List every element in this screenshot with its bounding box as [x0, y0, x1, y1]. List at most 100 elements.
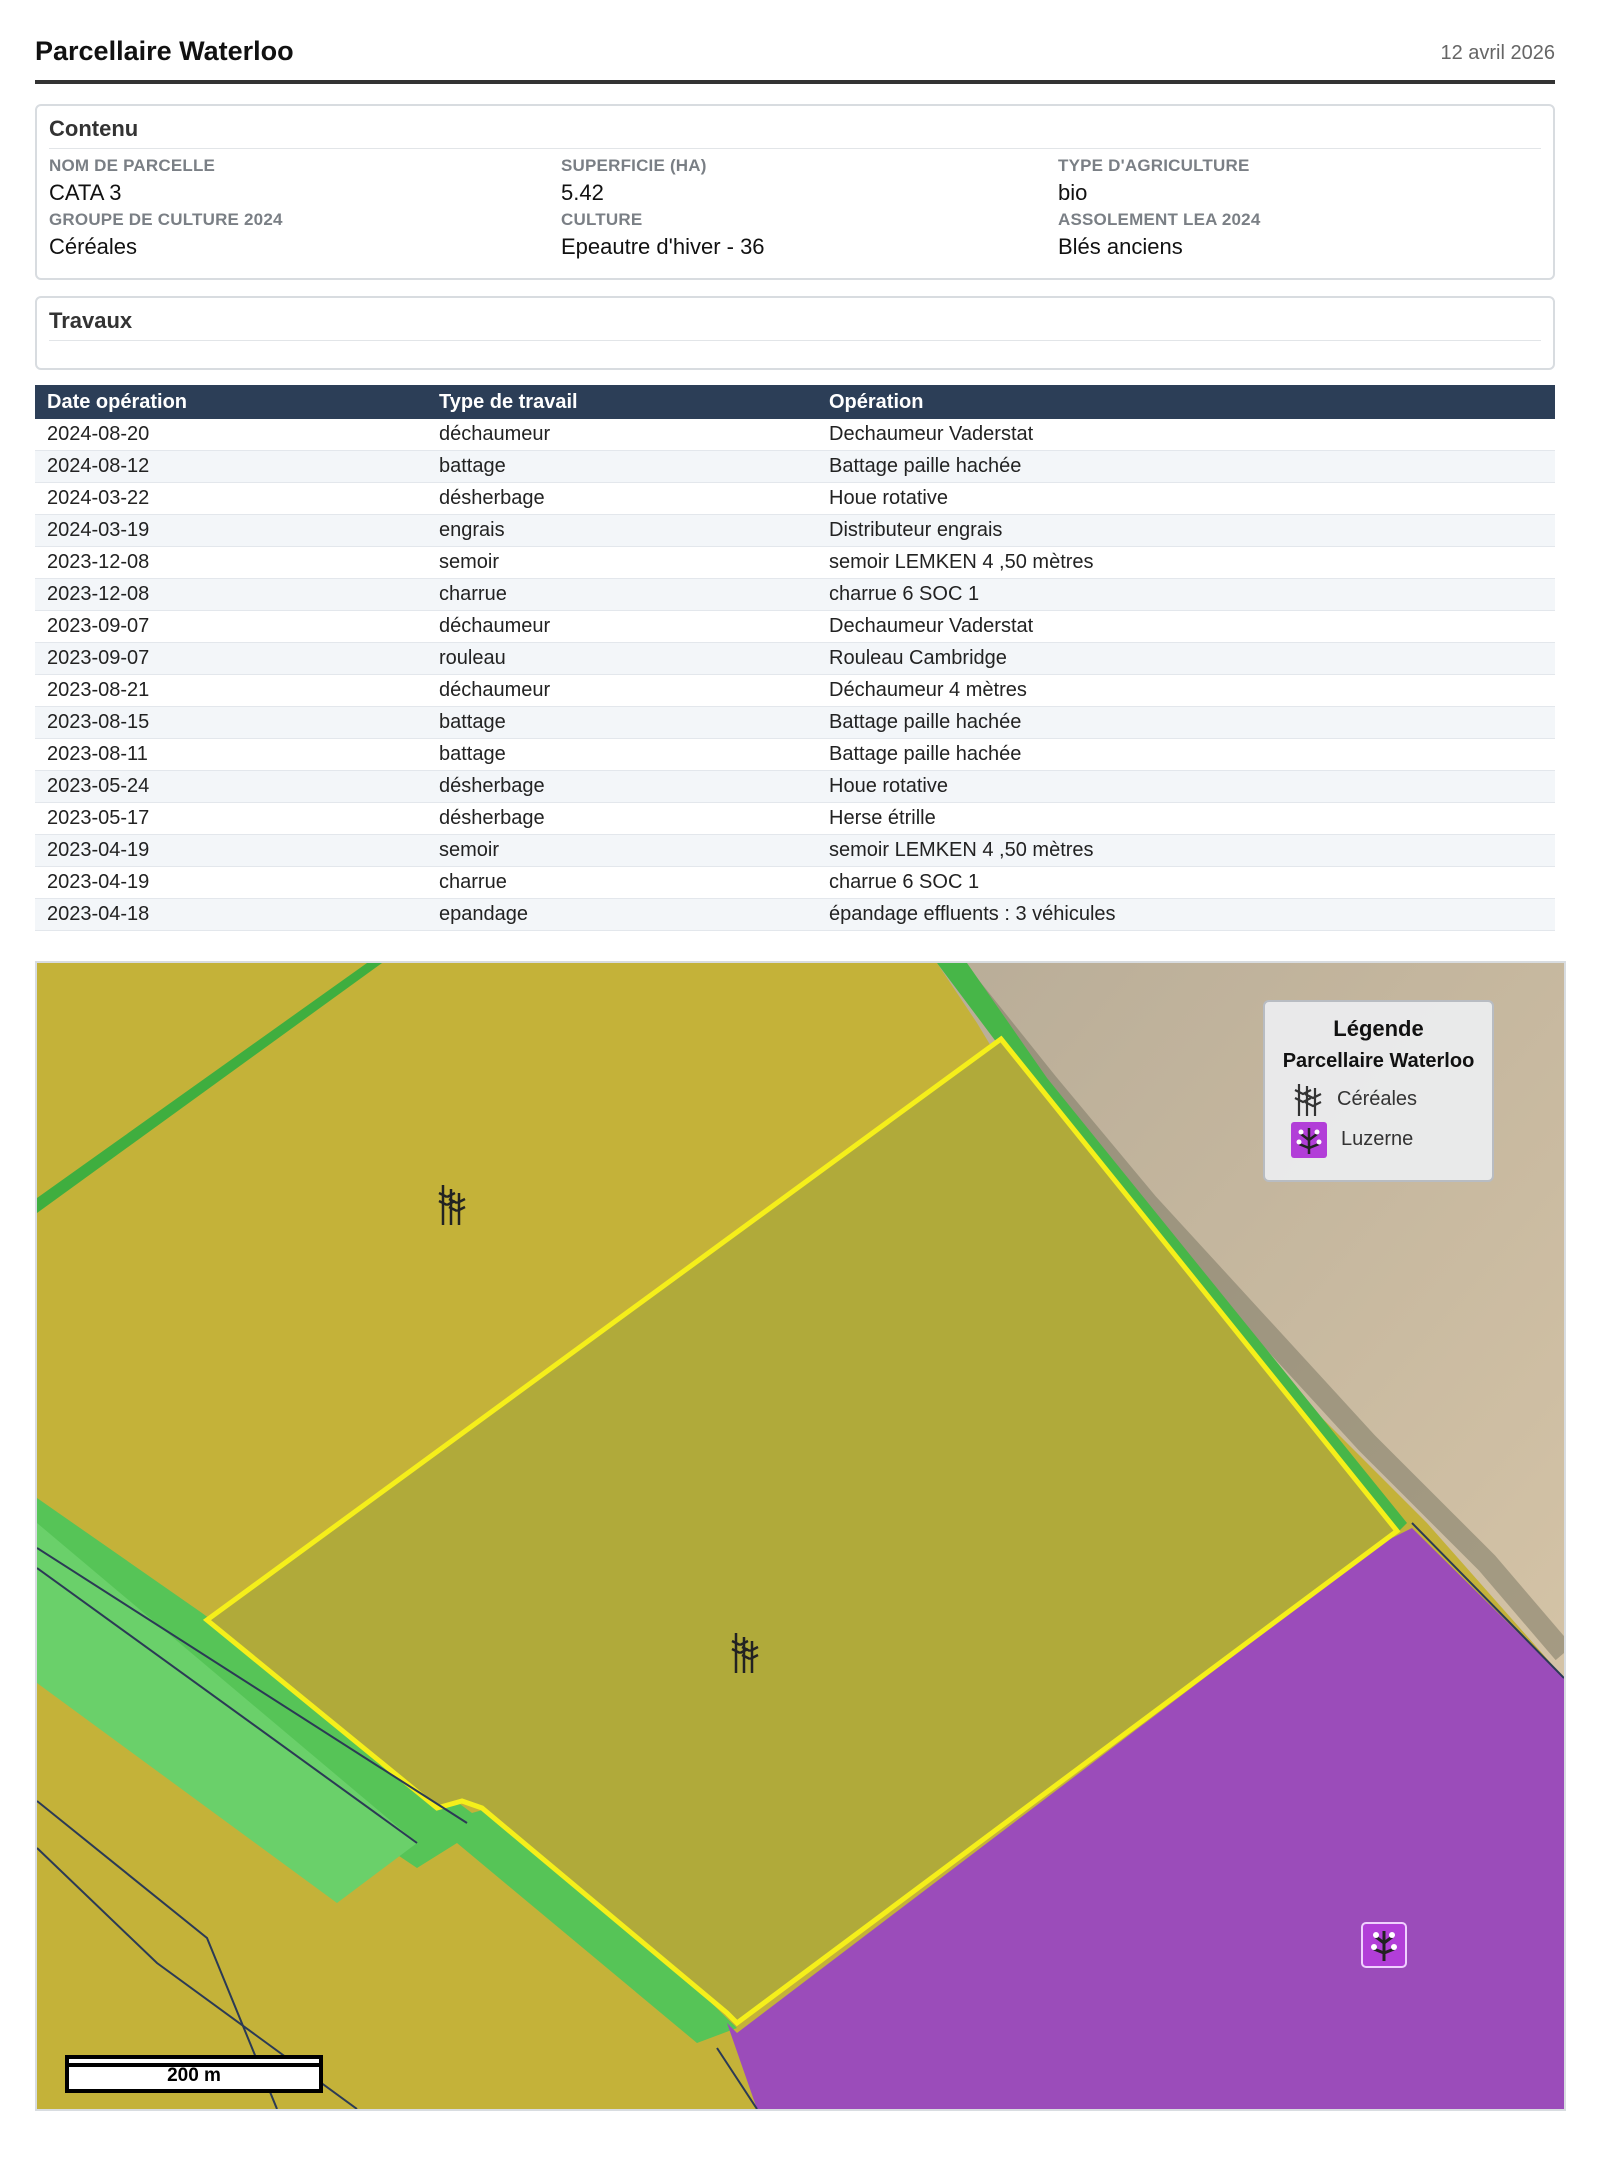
cell-operation: Déchaumeur 4 mètres — [817, 674, 1555, 707]
cell-date: 2023-12-08 — [35, 578, 427, 611]
cell-operation: Battage paille hachée — [817, 738, 1555, 771]
cell-work-type: désherbage — [427, 770, 817, 803]
table-row: 2024-08-12 battage Battage paille hachée — [35, 450, 1555, 483]
cell-operation: Dechaumeur Vaderstat — [817, 419, 1555, 451]
table-row: 2023-04-19 semoir semoir LEMKEN 4 ,50 mètr… — [35, 834, 1555, 867]
map-legend: Légende Parcellaire Waterloo Céréales Lu… — [1263, 1000, 1494, 1182]
scale-bar: 200 m — [65, 2055, 323, 2093]
cell-work-type: epandage — [427, 898, 817, 931]
field-value: Epeautre d'hiver - 36 — [561, 234, 765, 259]
contenu-title: Contenu — [49, 116, 1541, 149]
table-row: 2023-04-19 charrue charrue 6 SOC 1 — [35, 866, 1555, 899]
legend-layer-name: Parcellaire Waterloo — [1282, 1050, 1475, 1072]
table-header-row: Date opération Type de travail Opération — [35, 385, 1555, 419]
field-value: Céréales — [49, 234, 138, 259]
table-row: 2023-12-08 charrue charrue 6 SOC 1 — [35, 578, 1555, 611]
cell-work-type: déchaumeur — [427, 610, 817, 643]
field-label: GROUPE DE CULTURE 2024 — [49, 210, 283, 229]
cell-operation: Houe rotative — [817, 770, 1555, 803]
cell-date: 2023-04-19 — [35, 834, 427, 867]
table-row: 2023-08-21 déchaumeur Déchaumeur 4 mètres — [35, 674, 1555, 707]
cell-work-type: battage — [427, 706, 817, 739]
cell-work-type: désherbage — [427, 482, 817, 515]
table-row: 2024-08-20 déchaumeur Dechaumeur Vaderstat — [35, 419, 1555, 451]
cell-date: 2023-08-11 — [35, 738, 427, 771]
cell-operation: charrue 6 SOC 1 — [817, 578, 1555, 611]
cell-work-type: désherbage — [427, 802, 817, 835]
cell-operation: Battage paille hachée — [817, 706, 1555, 739]
field-value: CATA 3 — [49, 180, 122, 205]
cell-work-type: charrue — [427, 866, 817, 899]
cell-date: 2023-05-24 — [35, 770, 427, 803]
cell-operation: épandage effluents : 3 véhicules — [817, 898, 1555, 931]
cell-work-type: semoir — [427, 546, 817, 579]
report-title: Parcellaire Waterloo — [35, 36, 294, 66]
column-header-work-type: Type de travail — [427, 385, 817, 419]
field-value: Blés anciens — [1058, 234, 1183, 259]
cell-work-type: déchaumeur — [427, 674, 817, 707]
cell-work-type: engrais — [427, 514, 817, 547]
cell-operation: Distributeur engrais — [817, 514, 1555, 547]
contenu-card: Contenu NOM DE PARCELLE CATA 3 SUPERFICI… — [35, 104, 1555, 280]
cell-work-type: charrue — [427, 578, 817, 611]
table-row: 2024-03-19 engrais Distributeur engrais — [35, 514, 1555, 547]
field-crop: CULTURE Epeautre d'hiver - 36 — [561, 210, 1041, 260]
field-rotation: ASSOLEMENT LEA 2024 Blés anciens — [1058, 210, 1538, 260]
operations-table-body: 2024-08-20 déchaumeur Dechaumeur Vaderstat… — [35, 419, 1555, 931]
column-header-date: Date opération — [35, 385, 427, 419]
cell-date: 2024-08-20 — [35, 419, 427, 451]
cell-date: 2023-12-08 — [35, 546, 427, 579]
field-label: CULTURE — [561, 210, 643, 229]
cell-date: 2023-08-21 — [35, 674, 427, 707]
cell-work-type: battage — [427, 450, 817, 483]
field-value: bio — [1058, 180, 1088, 205]
field-crop-group: GROUPE DE CULTURE 2024 Céréales — [49, 210, 529, 260]
cell-date: 2023-09-07 — [35, 610, 427, 643]
cell-operation: semoir LEMKEN 4 ,50 mètres — [817, 834, 1555, 867]
legend-title: Légende — [1333, 1016, 1424, 1041]
cell-operation: Dechaumeur Vaderstat — [817, 610, 1555, 643]
cell-operation: Houe rotative — [817, 482, 1555, 515]
table-row: 2023-05-17 désherbage Herse étrille — [35, 802, 1555, 835]
table-row: 2023-09-07 déchaumeur Dechaumeur Vaderstat — [35, 610, 1555, 643]
cell-operation: Herse étrille — [817, 802, 1555, 835]
report-header: Parcellaire Waterloo 12 avril 2026 — [35, 28, 1555, 84]
alfalfa-icon — [1291, 1122, 1327, 1158]
field-parcel-name: NOM DE PARCELLE CATA 3 — [49, 156, 529, 206]
table-row: 2023-08-15 battage Battage paille hachée — [35, 706, 1555, 739]
cell-operation: Rouleau Cambridge — [817, 642, 1555, 675]
cell-operation: charrue 6 SOC 1 — [817, 866, 1555, 899]
legend-item-label: Céréales — [1337, 1088, 1418, 1110]
cell-date: 2023-08-15 — [35, 706, 427, 739]
table-row: 2023-04-18 epandage épandage effluents : 3… — [35, 898, 1555, 931]
field-label: NOM DE PARCELLE — [49, 156, 216, 175]
table-row: 2024-03-22 désherbage Houe rotative — [35, 482, 1555, 515]
cell-date: 2023-04-18 — [35, 898, 427, 931]
travaux-title: Travaux — [49, 308, 1541, 341]
field-label: ASSOLEMENT LEA 2024 — [1058, 210, 1261, 229]
table-row: 2023-05-24 désherbage Houe rotative — [35, 770, 1555, 803]
cell-date: 2023-04-19 — [35, 866, 427, 899]
cell-work-type: semoir — [427, 834, 817, 867]
cell-operation: Battage paille hachée — [817, 450, 1555, 483]
cell-date: 2024-03-19 — [35, 514, 427, 547]
field-area: SUPERFICIE (HA) 5.42 — [561, 156, 1041, 206]
field-label: TYPE D'AGRICULTURE — [1058, 156, 1250, 175]
scale-label: 200 m — [65, 2063, 323, 2093]
table-row: 2023-09-07 rouleau Rouleau Cambridge — [35, 642, 1555, 675]
wheat-icon — [1291, 1082, 1327, 1118]
cell-work-type: battage — [427, 738, 817, 771]
field-label: SUPERFICIE (HA) — [561, 156, 707, 175]
table-row: 2023-08-11 battage Battage paille hachée — [35, 738, 1555, 771]
cell-operation: semoir LEMKEN 4 ,50 mètres — [817, 546, 1555, 579]
legend-item-label: Luzerne — [1341, 1128, 1414, 1150]
field-agriculture-type: TYPE D'AGRICULTURE bio — [1058, 156, 1538, 206]
alfalfa-icon — [1361, 1922, 1407, 1968]
table-row: 2023-12-08 semoir semoir LEMKEN 4 ,50 mètr… — [35, 546, 1555, 579]
cell-date: 2023-05-17 — [35, 802, 427, 835]
travaux-card: Travaux — [35, 296, 1555, 370]
field-value: 5.42 — [561, 180, 604, 205]
operations-table: Date opération Type de travail Opération… — [35, 385, 1555, 931]
cell-date: 2024-08-12 — [35, 450, 427, 483]
column-header-operation: Opération — [817, 385, 1555, 419]
